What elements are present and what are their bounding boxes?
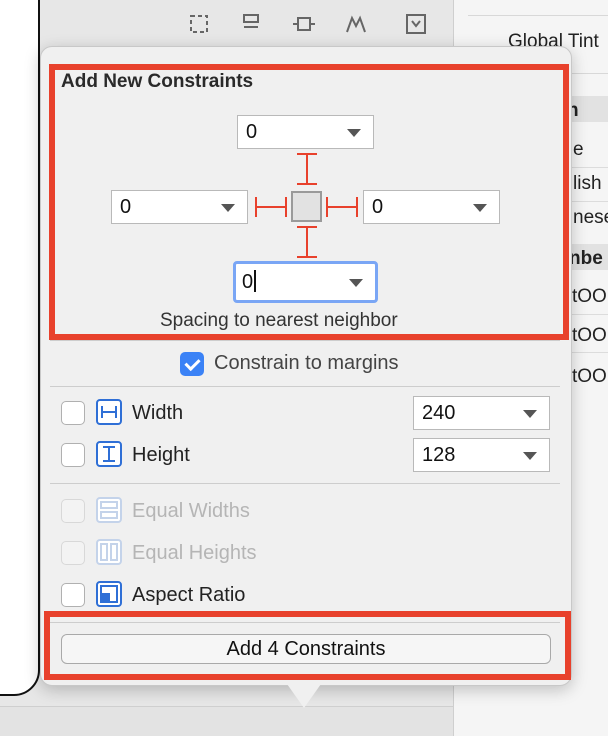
height-constraint-icon [96,441,122,467]
spacing-section-highlight [49,64,569,340]
aspect-ratio-icon [96,581,122,607]
popover-arrow [287,684,321,708]
equal-heights-icon [96,539,122,565]
section-divider [50,483,560,484]
resolve-issues-icon[interactable] [344,12,368,34]
stack-icon[interactable] [240,12,264,34]
section-divider [50,386,560,387]
width-checkbox[interactable] [61,401,85,425]
equal-widths-checkbox[interactable] [61,499,85,523]
add-button-highlight [44,611,571,680]
inspector-partial-text[interactable]: nese [573,207,608,229]
chevron-down-icon[interactable] [523,410,537,418]
height-value-field[interactable]: 128 [413,438,550,472]
inspector-partial-text[interactable]: lish [573,173,602,195]
update-frames-icon[interactable] [188,12,212,34]
inspector-partial-text[interactable]: e [573,139,584,161]
inspector-divider [468,15,608,16]
height-checkbox[interactable] [61,443,85,467]
equal-heights-checkbox[interactable] [61,541,85,565]
equal-widths-icon [96,497,122,523]
equal-widths-label: Equal Widths [132,500,250,522]
device-frame [0,0,40,696]
constrain-to-margins-checkbox[interactable] [180,352,204,376]
width-value: 240 [422,402,456,424]
canvas-bottom-toolbar [0,706,455,736]
inspector-partial-text[interactable]: tOO [572,286,607,308]
inspector-partial-text[interactable]: tOO [572,366,607,388]
equal-heights-label: Equal Heights [132,542,257,564]
width-constraint-icon [96,399,122,425]
inspector-partial-text[interactable]: tOO [572,325,607,347]
width-label: Width [132,402,184,424]
height-value: 128 [422,444,456,466]
chevron-down-icon[interactable] [523,452,537,460]
add-constraints-icon[interactable] [292,12,316,34]
embed-in-icon[interactable] [404,12,428,34]
section-divider [50,340,560,341]
inspector-partial-text: nbe [569,248,603,269]
aspect-ratio-label: Aspect Ratio [132,584,246,606]
width-value-field[interactable]: 240 [413,396,550,430]
height-label: Height [132,444,190,466]
aspect-ratio-checkbox[interactable] [61,583,85,607]
constrain-to-margins-label: Constrain to margins [214,352,399,374]
